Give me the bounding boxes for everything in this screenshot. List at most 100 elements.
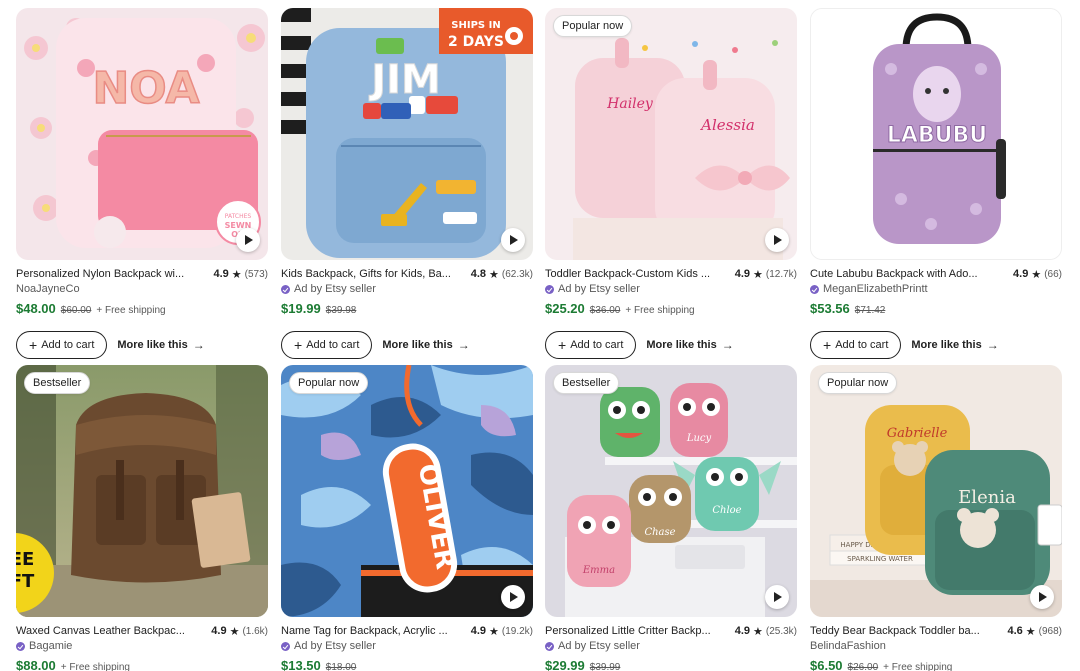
original-price: $60.00 [60,305,92,316]
rating-score: 4.9 [470,625,486,637]
popular-now-badge: Popular now [553,15,633,37]
product-title[interactable]: Kids Backpack, Gifts for Kids, Ba... [281,268,451,280]
add-to-cart-button[interactable]: + Add to cart [281,331,373,359]
bestseller-badge: Bestseller [24,372,91,394]
arrow-right-icon: → [457,338,470,352]
seller-name[interactable]: NoaJayneCo [16,282,268,297]
svg-text:FT: FT [16,571,35,592]
product-card[interactable]: EE FT Bestseller Waxed Canvas Leather Ba… [16,365,268,671]
seller-name[interactable]: Bagamie [16,639,268,654]
product-image[interactable]: Hailey Alessia Popular now [545,8,797,260]
add-to-cart-button[interactable]: + Add to cart [810,331,902,359]
free-shipping-text: + Free shipping [60,662,130,671]
product-card[interactable]: HAPPY DREAM WORLD SPARKLING WATER Gabrie… [810,365,1062,671]
product-card[interactable]: Hailey Alessia Popular now Toddler Backp… [545,8,797,359]
sale-price: $88.00 [16,658,56,671]
free-shipping-text: + Free shipping [625,305,695,316]
original-price: $39.99 [589,662,621,671]
play-video-icon[interactable] [236,228,260,252]
seller-name[interactable]: Ad by Etsy seller [545,282,797,297]
product-image[interactable]: NOA PATCHES SEWN ON [16,8,268,260]
product-image[interactable]: JIM SHIPS IN 2 DAYS [281,8,533,260]
image-name-text-2: Chloe [712,505,741,516]
backpack-photo: NOA PATCHES SEWN ON [16,8,268,260]
image-name-text-2: Alessia [699,116,755,134]
product-rating: 4.9 ★ (25.3k) [735,625,797,638]
ad-seal-icon [545,285,554,294]
popular-now-badge: Popular now [818,372,898,394]
backpack-photo: EE FT [16,365,268,617]
add-to-cart-button[interactable]: + Add to cart [16,331,108,359]
product-image[interactable]: Lucy Chloe Chase Emma Bestseller [545,365,797,617]
image-name-text-1: Lucy [686,433,712,444]
product-title[interactable]: Waxed Canvas Leather Backpac... [16,625,185,637]
arrow-right-icon: → [721,338,734,352]
product-card[interactable]: OLIVER Popular now Name Tag for Backpack… [281,365,533,671]
play-video-icon[interactable] [1030,585,1054,609]
product-rating: 4.9 ★ (1.6k) [211,625,268,638]
review-count: (19.2k) [501,625,533,637]
product-image[interactable]: LABUBU [810,8,1062,260]
sale-price: $13.50 [281,658,321,671]
play-video-icon[interactable] [501,585,525,609]
product-title[interactable]: Toddler Backpack-Custom Kids ... [545,268,710,280]
play-video-icon[interactable] [501,228,525,252]
arrow-right-icon: → [192,338,205,352]
free-shipping-text: + Free shipping [883,662,953,671]
product-rating: 4.9 ★ (12.7k) [735,268,797,281]
image-name-text-1: Gabrielle [887,426,948,441]
rating-score: 4.9 [211,625,227,637]
more-like-this-link[interactable]: More like this → [382,338,469,352]
sale-price: $29.99 [545,658,585,671]
product-rating: 4.6 ★ (968) [1007,625,1062,638]
product-card[interactable]: Lucy Chloe Chase Emma Bestseller Persona… [545,365,797,671]
seller-name[interactable]: Ad by Etsy seller [281,639,533,654]
play-video-icon[interactable] [765,585,789,609]
seller-name[interactable]: BelindaFashion [810,639,1062,654]
product-title[interactable]: Teddy Bear Backpack Toddler ba... [810,625,980,637]
more-like-this-link[interactable]: More like this → [911,338,998,352]
seller-name[interactable]: Ad by Etsy seller [281,282,533,297]
more-like-this-link[interactable]: More like this → [646,338,733,352]
review-count: (968) [1038,625,1062,637]
seller-name[interactable]: Ad by Etsy seller [545,639,797,654]
product-card[interactable]: JIM SHIPS IN 2 DAYS Kids Backpack, Gifts… [281,8,533,359]
product-card[interactable]: LABUBU Cute Labubu Backpack with Ado... … [810,8,1062,359]
popular-now-badge: Popular now [289,372,369,394]
bestseller-badge: Bestseller [553,372,620,394]
add-to-cart-button[interactable]: + Add to cart [545,331,637,359]
star-seller-icon [16,642,25,651]
rating-score: 4.9 [213,268,229,280]
plus-icon: + [558,337,567,353]
product-title[interactable]: Personalized Little Critter Backp... [545,625,711,637]
play-video-icon[interactable] [765,228,789,252]
product-image[interactable]: HAPPY DREAM WORLD SPARKLING WATER Gabrie… [810,365,1062,617]
product-card[interactable]: NOA PATCHES SEWN ON Personalized Nylon B… [16,8,268,359]
original-price: $71.42 [854,305,886,316]
plus-icon: + [823,337,832,353]
product-title[interactable]: Name Tag for Backpack, Acrylic ... [281,625,448,637]
backpack-photo: Lucy Chloe Chase Emma [545,365,797,617]
product-image[interactable]: OLIVER Popular now [281,365,533,617]
product-rating: 4.9 ★ (19.2k) [471,625,533,638]
book-title-2: SPARKLING WATER [847,555,913,563]
star-icon: ★ [753,268,763,281]
product-image[interactable]: EE FT Bestseller [16,365,268,617]
review-count: (12.7k) [765,268,797,280]
backpack-photo: HAPPY DREAM WORLD SPARKLING WATER Gabrie… [810,365,1062,617]
original-price: $18.00 [325,662,357,671]
backpack-photo: OLIVER [281,365,533,617]
seller-name[interactable]: MeganElizabethPrintt [810,282,1062,297]
review-count: (62.3k) [501,268,533,280]
product-title[interactable]: Cute Labubu Backpack with Ado... [810,268,978,280]
product-title[interactable]: Personalized Nylon Backpack wi... [16,268,184,280]
backpack-photo: Hailey Alessia [545,8,797,260]
original-price: $36.00 [589,305,621,316]
more-like-this-link[interactable]: More like this → [117,338,204,352]
sale-price: $25.20 [545,301,585,316]
svg-text:PATCHES: PATCHES [225,213,252,220]
original-price: $39.98 [325,305,357,316]
free-shipping-text: + Free shipping [96,305,166,316]
ad-seal-icon [281,285,290,294]
sale-price: $53.56 [810,301,850,316]
